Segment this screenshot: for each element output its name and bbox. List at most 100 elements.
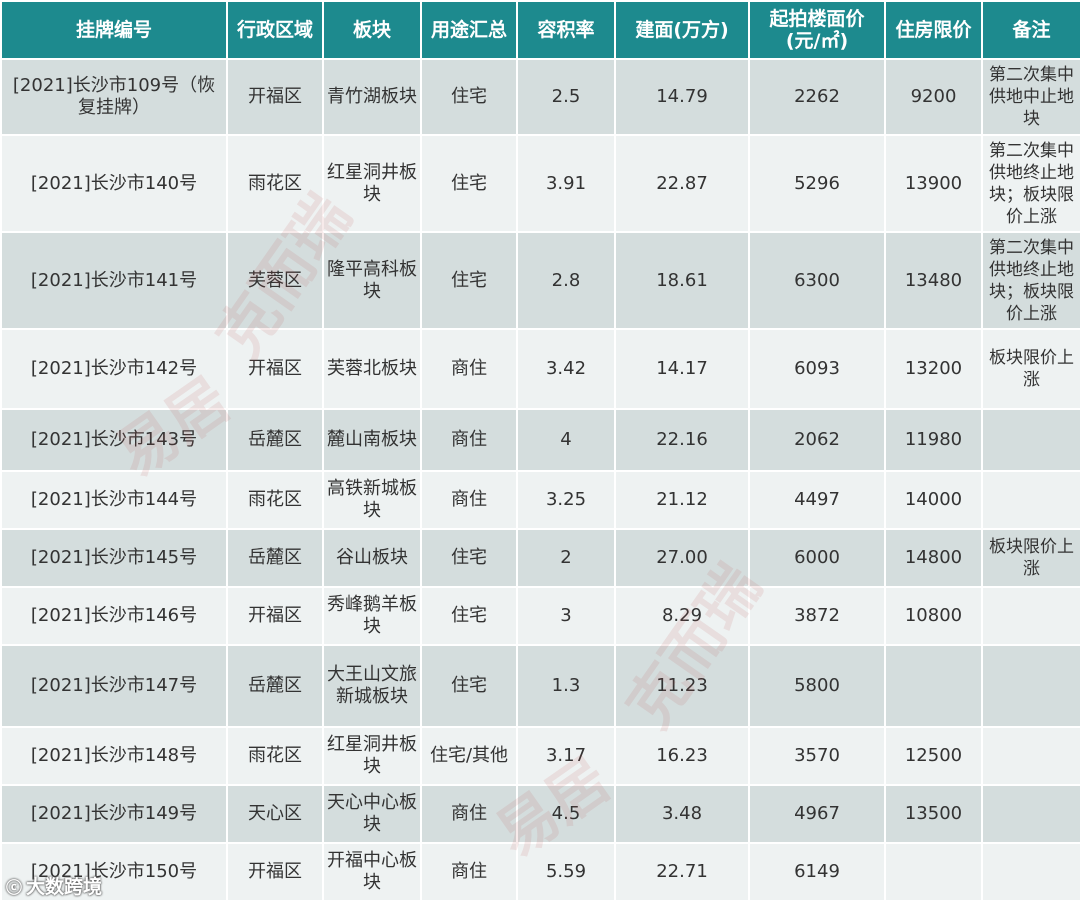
cell-floor-area: 22.16 (614, 408, 750, 472)
cell-price-cap: 14800 (884, 528, 983, 588)
cell-plot-ratio: 4 (516, 408, 616, 472)
cell-usage: 商住 (420, 408, 518, 472)
cell-usage: 住宅/其他 (420, 726, 518, 786)
table-row: [2021]长沙市109号（恢复挂牌） 开福区 青竹湖板块 住宅 2.5 14.79 226… (0, 58, 1080, 136)
cell-start-price: 5296 (748, 134, 886, 233)
cell-remarks (981, 470, 1080, 530)
cell-district: 开福区 (226, 58, 324, 136)
table-row: [2021]长沙市144号 雨花区 高铁新城板块 商住 3.25 21.12 4497 140… (0, 470, 1080, 530)
cell-remarks (981, 726, 1080, 786)
cell-floor-area: 8.29 (614, 586, 750, 646)
cell-floor-area: 22.71 (614, 842, 750, 902)
cell-remarks (981, 586, 1080, 646)
cell-price-cap: 10800 (884, 586, 983, 646)
cell-remarks: 板块限价上涨 (981, 328, 1080, 410)
cell-usage: 商住 (420, 842, 518, 902)
cell-price-cap: 12500 (884, 726, 983, 786)
cell-usage: 商住 (420, 470, 518, 530)
header-plot-ratio: 容积率 (516, 0, 616, 60)
cell-remarks (981, 784, 1080, 844)
cell-district: 雨花区 (226, 134, 324, 233)
brand-text: 大数跨境 (26, 876, 103, 898)
cell-sector: 隆平高科板块 (322, 231, 422, 330)
cell-plot-ratio: 2.5 (516, 58, 616, 136)
cell-listing-no: [2021]长沙市141号 (0, 231, 228, 330)
cell-usage: 住宅 (420, 58, 518, 136)
cell-plot-ratio: 3.42 (516, 328, 616, 410)
cell-sector: 麓山南板块 (322, 408, 422, 472)
cell-sector: 芙蓉北板块 (322, 328, 422, 410)
cell-start-price: 6149 (748, 842, 886, 902)
cell-usage: 住宅 (420, 134, 518, 233)
cell-start-price: 6300 (748, 231, 886, 330)
table-row: [2021]长沙市147号 岳麓区 大王山文旅新城板块 住宅 1.3 11.23 5800 (0, 644, 1080, 728)
cell-district: 岳麓区 (226, 644, 324, 728)
cell-sector: 秀峰鹅羊板块 (322, 586, 422, 646)
cell-remarks: 第二次集中供地终止地块；板块限价上涨 (981, 231, 1080, 330)
cell-remarks: 第二次集中供地中止地块 (981, 58, 1080, 136)
cell-remarks: 板块限价上涨 (981, 528, 1080, 588)
cell-price-cap: 13500 (884, 784, 983, 844)
cell-floor-area: 16.23 (614, 726, 750, 786)
cell-floor-area: 22.87 (614, 134, 750, 233)
cell-sector: 大王山文旅新城板块 (322, 644, 422, 728)
cell-sector: 高铁新城板块 (322, 470, 422, 530)
cell-district: 雨花区 (226, 726, 324, 786)
cell-usage: 商住 (420, 784, 518, 844)
cell-floor-area: 14.17 (614, 328, 750, 410)
cell-usage: 住宅 (420, 586, 518, 646)
cell-price-cap: 13200 (884, 328, 983, 410)
cell-remarks (981, 842, 1080, 902)
cell-usage: 住宅 (420, 231, 518, 330)
table-row: [2021]长沙市141号 芙蓉区 隆平高科板块 住宅 2.8 18.61 6300 1348… (0, 231, 1080, 330)
cell-plot-ratio: 2 (516, 528, 616, 588)
cell-plot-ratio: 4.5 (516, 784, 616, 844)
cell-remarks (981, 644, 1080, 728)
cell-floor-area: 18.61 (614, 231, 750, 330)
cell-start-price: 6000 (748, 528, 886, 588)
cell-start-price: 3872 (748, 586, 886, 646)
cell-listing-no: [2021]长沙市147号 (0, 644, 228, 728)
cell-price-cap: 13900 (884, 134, 983, 233)
brand-watermark: ⓒ 大数跨境 (6, 872, 102, 899)
cell-listing-no: [2021]长沙市144号 (0, 470, 228, 530)
header-listing-no: 挂牌编号 (0, 0, 228, 60)
cell-price-cap (884, 644, 983, 728)
header-sector: 板块 (322, 0, 422, 60)
cell-district: 芙蓉区 (226, 231, 324, 330)
cell-remarks (981, 408, 1080, 472)
table-row: [2021]长沙市145号 岳麓区 谷山板块 住宅 2 27.00 6000 14800 板块限… (0, 528, 1080, 588)
cell-listing-no: [2021]长沙市146号 (0, 586, 228, 646)
table-row: [2021]长沙市148号 雨花区 红星洞井板块 住宅/其他 3.17 16.23 3570… (0, 726, 1080, 786)
cell-floor-area: 14.79 (614, 58, 750, 136)
table-header-row: 挂牌编号 行政区域 板块 用途汇总 容积率 建面(万方) 起拍楼面价 (元/㎡)… (0, 0, 1080, 60)
cell-sector: 天心中心板块 (322, 784, 422, 844)
land-auction-table: 挂牌编号 行政区域 板块 用途汇总 容积率 建面(万方) 起拍楼面价 (元/㎡)… (0, 0, 1080, 902)
table-row: [2021]长沙市143号 岳麓区 麓山南板块 商住 4 22.16 2062 11980 (0, 408, 1080, 472)
cell-price-cap: 11980 (884, 408, 983, 472)
cell-district: 岳麓区 (226, 528, 324, 588)
cell-plot-ratio: 2.8 (516, 231, 616, 330)
cell-plot-ratio: 5.59 (516, 842, 616, 902)
cell-start-price: 6093 (748, 328, 886, 410)
header-price-cap: 住房限价 (884, 0, 983, 60)
cell-sector: 青竹湖板块 (322, 58, 422, 136)
table-row: [2021]长沙市146号 开福区 秀峰鹅羊板块 住宅 3 8.29 3872 10800 (0, 586, 1080, 646)
table-row: [2021]长沙市140号 雨花区 红星洞井板块 住宅 3.91 22.87 5296 139… (0, 134, 1080, 233)
cell-floor-area: 27.00 (614, 528, 750, 588)
cell-plot-ratio: 3 (516, 586, 616, 646)
cell-listing-no: [2021]长沙市109号（恢复挂牌） (0, 58, 228, 136)
cell-plot-ratio: 3.91 (516, 134, 616, 233)
cell-listing-no: [2021]长沙市142号 (0, 328, 228, 410)
header-usage: 用途汇总 (420, 0, 518, 60)
cell-usage: 住宅 (420, 528, 518, 588)
cell-sector: 红星洞井板块 (322, 134, 422, 233)
header-district: 行政区域 (226, 0, 324, 60)
cell-district: 雨花区 (226, 470, 324, 530)
table-row: [2021]长沙市149号 天心区 天心中心板块 商住 4.5 3.48 4967 13500 (0, 784, 1080, 844)
cell-price-cap: 14000 (884, 470, 983, 530)
cell-listing-no: [2021]长沙市145号 (0, 528, 228, 588)
cell-plot-ratio: 3.17 (516, 726, 616, 786)
header-floor-area: 建面(万方) (614, 0, 750, 60)
cell-floor-area: 3.48 (614, 784, 750, 844)
